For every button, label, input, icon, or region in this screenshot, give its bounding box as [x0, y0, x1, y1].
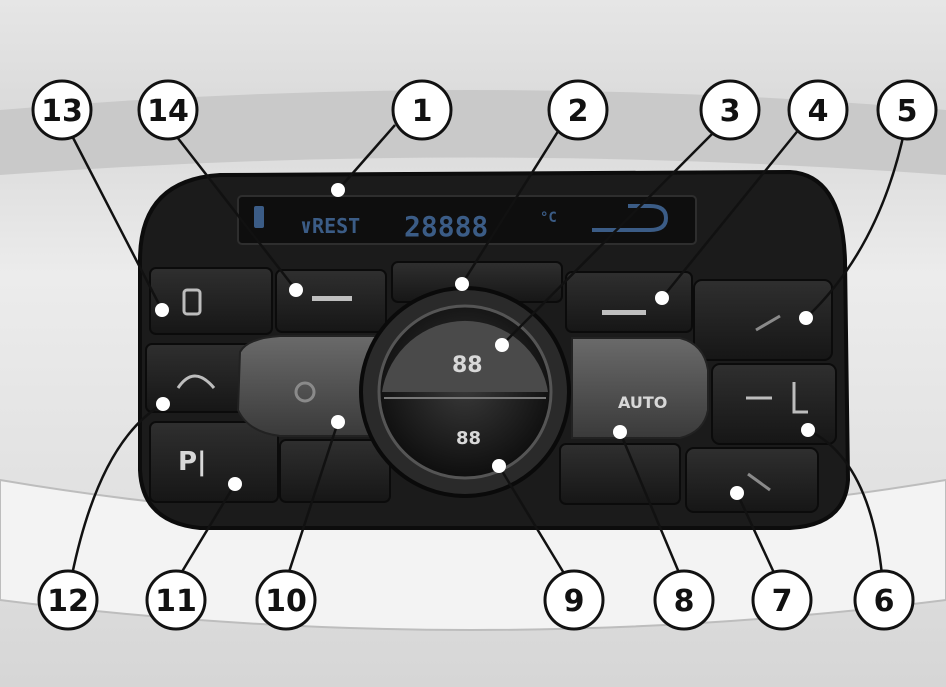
seat-icon — [254, 206, 264, 228]
callout-13: 13 — [31, 79, 93, 141]
button-6-face-air[interactable] — [711, 363, 837, 445]
button-11-parking-heater[interactable] — [149, 421, 279, 503]
callout-label-5: 5 — [897, 94, 918, 129]
button-7-footwell-air[interactable] — [685, 447, 819, 513]
callout-12: 12 — [37, 569, 99, 631]
callout-label-7: 7 — [772, 584, 793, 619]
display-temperature-text: 28888 — [404, 210, 488, 243]
callout-11: 11 — [145, 569, 207, 631]
button-13-seat-heat[interactable] — [149, 267, 273, 335]
callout-3: 3 — [699, 79, 761, 141]
lower-right-button[interactable] — [559, 443, 681, 505]
callout-label-1: 1 — [412, 94, 433, 129]
point-1 — [331, 183, 345, 197]
callout-label-3: 3 — [720, 94, 741, 129]
callout-label-11: 11 — [155, 584, 197, 619]
point-7 — [730, 486, 744, 500]
display-unit-text: °C — [540, 210, 557, 226]
callout-label-4: 4 — [808, 94, 829, 129]
point-3 — [495, 338, 509, 352]
point-4 — [655, 291, 669, 305]
callout-label-12: 12 — [47, 584, 89, 619]
callout-4: 4 — [787, 79, 849, 141]
point-13 — [155, 303, 169, 317]
callout-2: 2 — [547, 79, 609, 141]
point-11 — [228, 477, 242, 491]
callout-1: 1 — [391, 79, 453, 141]
callout-label-10: 10 — [265, 584, 307, 619]
lower-knob-digits: 88 — [456, 428, 481, 449]
left-temp-indicator — [312, 296, 352, 301]
point-8 — [613, 425, 627, 439]
lower-left-button[interactable] — [279, 439, 391, 503]
upper-knob-digits: 88 — [452, 353, 483, 378]
callout-6: 6 — [853, 569, 915, 631]
climate-control-diagram: ∨REST 28888 °C P| AUTO 88 88 1 2 3 4 5 6… — [0, 0, 946, 687]
callout-7: 7 — [751, 569, 813, 631]
parking-heater-label: P| — [178, 447, 207, 477]
callout-label-6: 6 — [874, 584, 895, 619]
button-8-auto[interactable] — [571, 337, 709, 439]
callout-label-8: 8 — [674, 584, 695, 619]
callout-14: 14 — [137, 79, 199, 141]
callout-10: 10 — [255, 569, 317, 631]
point-10 — [331, 415, 345, 429]
diagram-canvas: ∨REST 28888 °C P| AUTO 88 88 1 2 3 4 5 6… — [0, 79, 946, 631]
callout-5: 5 — [876, 79, 938, 141]
display-mode-text: ∨REST — [300, 214, 360, 238]
callout-label-13: 13 — [41, 94, 83, 129]
button-4-right-temp[interactable] — [565, 271, 693, 333]
callout-8: 8 — [653, 569, 715, 631]
auto-label: AUTO — [618, 393, 667, 412]
callout-label-2: 2 — [568, 94, 589, 129]
button-10-fan-rocker[interactable] — [236, 335, 381, 437]
callout-label-9: 9 — [564, 584, 585, 619]
point-6 — [801, 423, 815, 437]
callout-9: 9 — [543, 569, 605, 631]
point-12 — [156, 397, 170, 411]
point-14 — [289, 283, 303, 297]
right-temp-indicator — [602, 310, 646, 315]
callout-label-14: 14 — [147, 94, 189, 129]
point-5 — [799, 311, 813, 325]
point-9 — [492, 459, 506, 473]
point-2 — [455, 277, 469, 291]
